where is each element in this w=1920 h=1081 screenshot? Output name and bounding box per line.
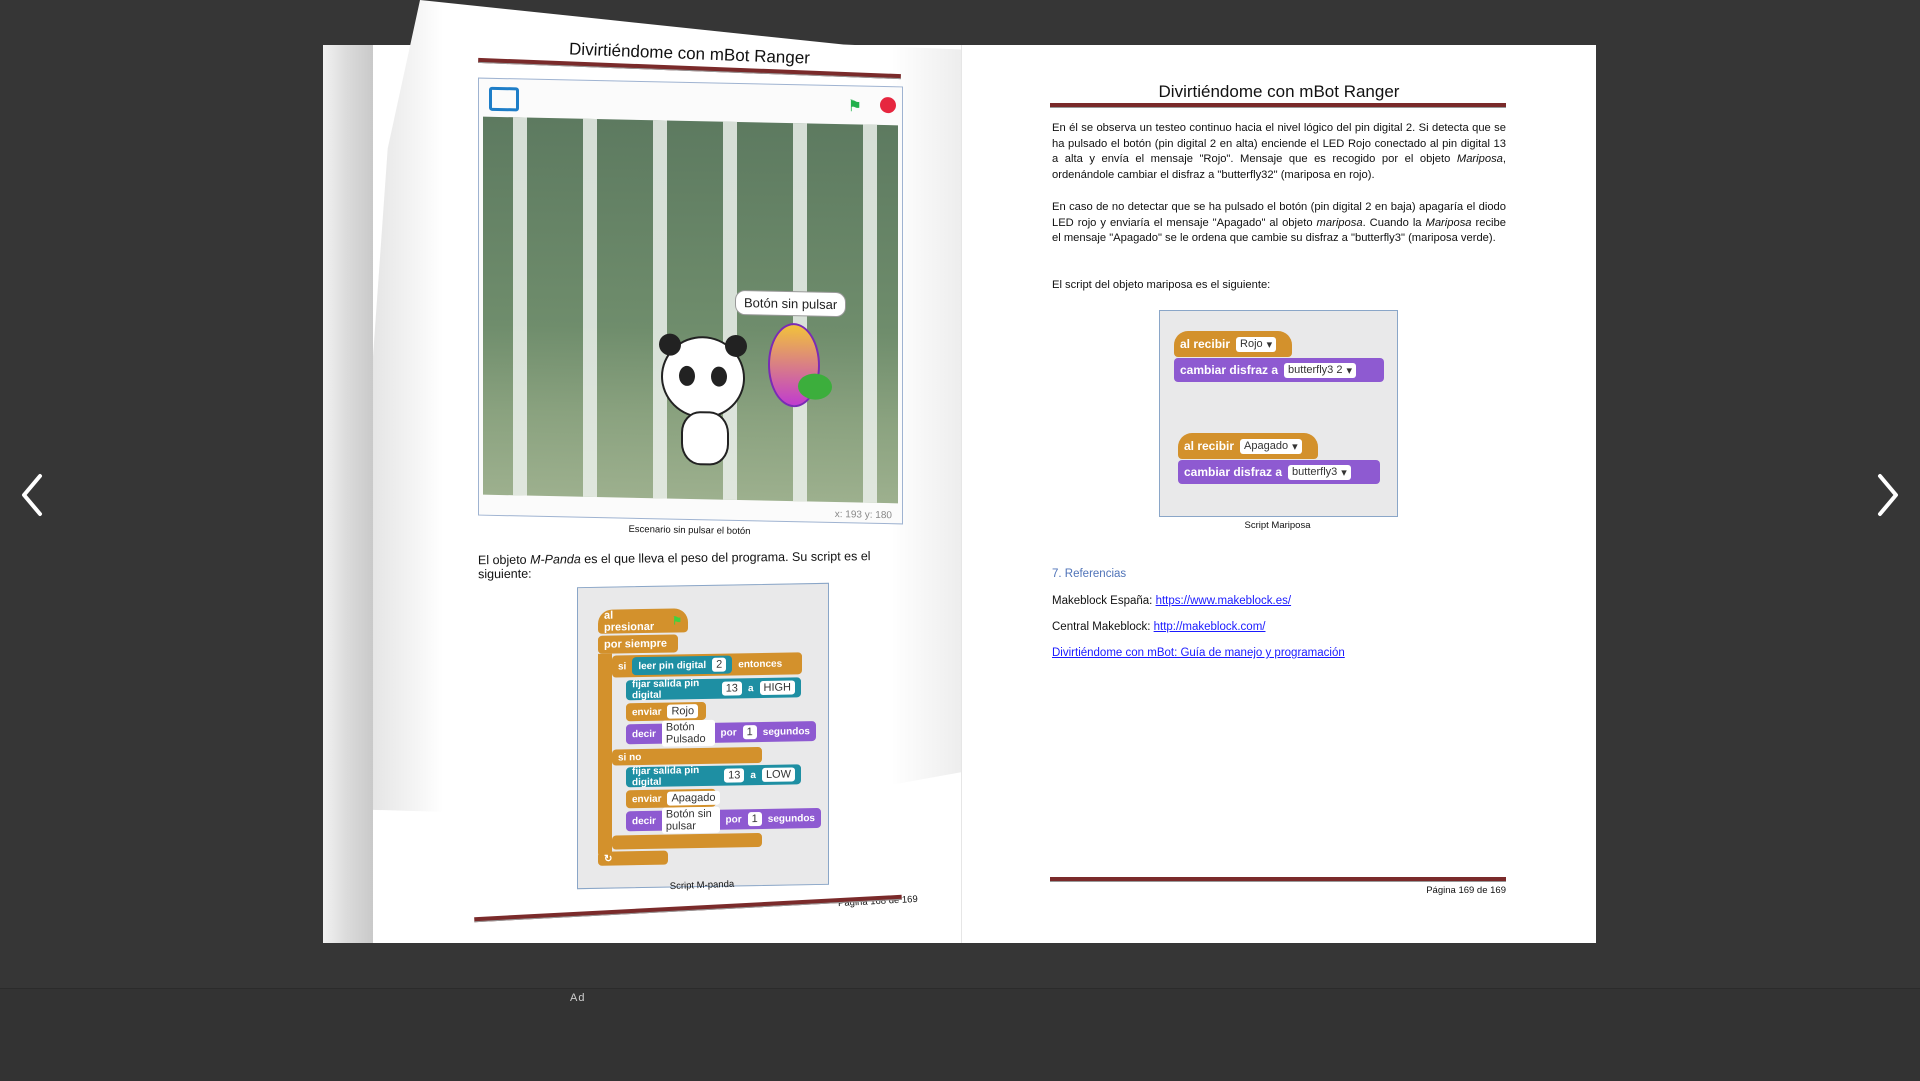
chevron-left-icon [22, 474, 42, 516]
broadcast-block: enviar Rojo [626, 701, 706, 722]
previous-page-button[interactable] [12, 470, 52, 520]
forest-backdrop: Botón sin pulsar [483, 116, 898, 504]
dropdown-arrow-icon: ▾ [1266, 338, 1273, 351]
switch-costume-block: cambiar disfraz a butterfly3 ▾ [1178, 460, 1380, 484]
when-receive-block: al recibir Rojo ▾ [1174, 331, 1292, 357]
stop-icon [880, 96, 896, 114]
scratch-stage-image: ⚑ Botón sin pulsar x: 193 y: 180 [478, 77, 903, 525]
when-flag-clicked-block: al presionar ⚑ [598, 608, 688, 634]
link-makeblock-com[interactable]: http://makeblock.com/ [1154, 621, 1266, 633]
when-receive-block: al recibir Apagado ▾ [1178, 433, 1318, 459]
page-number: Página 169 de 169 [1426, 885, 1506, 896]
speech-bubble: Botón sin pulsar [735, 289, 847, 318]
digital-write-block: fijar salida pin digital 13 a LOW [626, 764, 801, 788]
mpanda-script-image: al presionar ⚑ por siempre si leer pin di… [577, 582, 829, 890]
ad-bar [0, 988, 1920, 1081]
dropdown-arrow-icon: ▾ [1346, 364, 1352, 377]
forever-arm [598, 653, 612, 854]
reference-makeblock-es: Makeblock España: https://www.makeblock.… [1052, 595, 1292, 607]
link-mbot-guide[interactable]: Divirtiéndome con mBot: Guía de manejo y… [1052, 647, 1345, 659]
ad-label: Ad [570, 992, 586, 1004]
say-block: decir Botón Pulsado por 1 segundos [626, 719, 816, 747]
header-rule [1050, 103, 1506, 108]
green-flag-icon: ⚑ [672, 614, 682, 628]
say-block: decir Botón sin pulsar por 1 segundos [626, 806, 821, 834]
chevron-right-icon [1878, 474, 1898, 516]
link-makeblock-es[interactable]: https://www.makeblock.es/ [1156, 595, 1292, 607]
panda-head [659, 333, 747, 420]
loop-arrow-icon: ↻ [604, 853, 613, 865]
if-end-block [612, 832, 762, 850]
dropdown-arrow-icon: ▾ [1341, 466, 1347, 479]
caterpillar-sprite [798, 373, 832, 400]
stage-coordinates: x: 193 y: 180 [834, 509, 892, 522]
paragraph-3: El script del objeto mariposa es el sigu… [1052, 279, 1271, 291]
forever-end-block: ↻ [598, 850, 668, 866]
references-heading: 7. Referencias [1052, 568, 1127, 580]
next-page-button[interactable] [1868, 470, 1908, 520]
digital-write-block: fijar salida pin digital 13 a HIGH [626, 677, 801, 701]
forever-block: por siempre [598, 634, 678, 654]
dropdown-arrow-icon: ▾ [1292, 440, 1298, 453]
switch-costume-block: cambiar disfraz a butterfly3 2 ▾ [1174, 358, 1384, 382]
else-block: si no [612, 746, 762, 766]
left-paragraph: El objeto M-Panda es el que lleva el pes… [477, 549, 871, 582]
if-block: si leer pin digital 2 entonces [612, 652, 802, 678]
fullscreen-icon [489, 86, 519, 112]
page-header-title: Divirtiéndome con mBot Ranger [1158, 82, 1400, 101]
green-flag-icon: ⚑ [847, 98, 862, 116]
broadcast-block: enviar Apagado [626, 788, 720, 809]
footer-rule [1050, 877, 1506, 882]
paragraph-2: En caso de no detectar que se ha pulsado… [1052, 201, 1506, 245]
mariposa-script-image: al recibir Rojo ▾ cambiar disfraz a butte… [1159, 310, 1398, 517]
reference-makeblock-com: Central Makeblock: http://makeblock.com/ [1052, 621, 1266, 633]
panda-body [681, 410, 729, 466]
reference-guide: Divirtiéndome con mBot: Guía de manejo y… [1052, 647, 1345, 659]
figure-caption: Script Mariposa [1244, 520, 1311, 531]
page-stack-edge [323, 45, 373, 943]
flipbook-viewer: Divirtiéndome con mBot Ranger En él se o… [0, 0, 1920, 988]
paragraph-1: En él se observa un testeo continuo haci… [1052, 122, 1506, 181]
right-page[interactable]: Divirtiéndome con mBot Ranger En él se o… [961, 45, 1596, 943]
